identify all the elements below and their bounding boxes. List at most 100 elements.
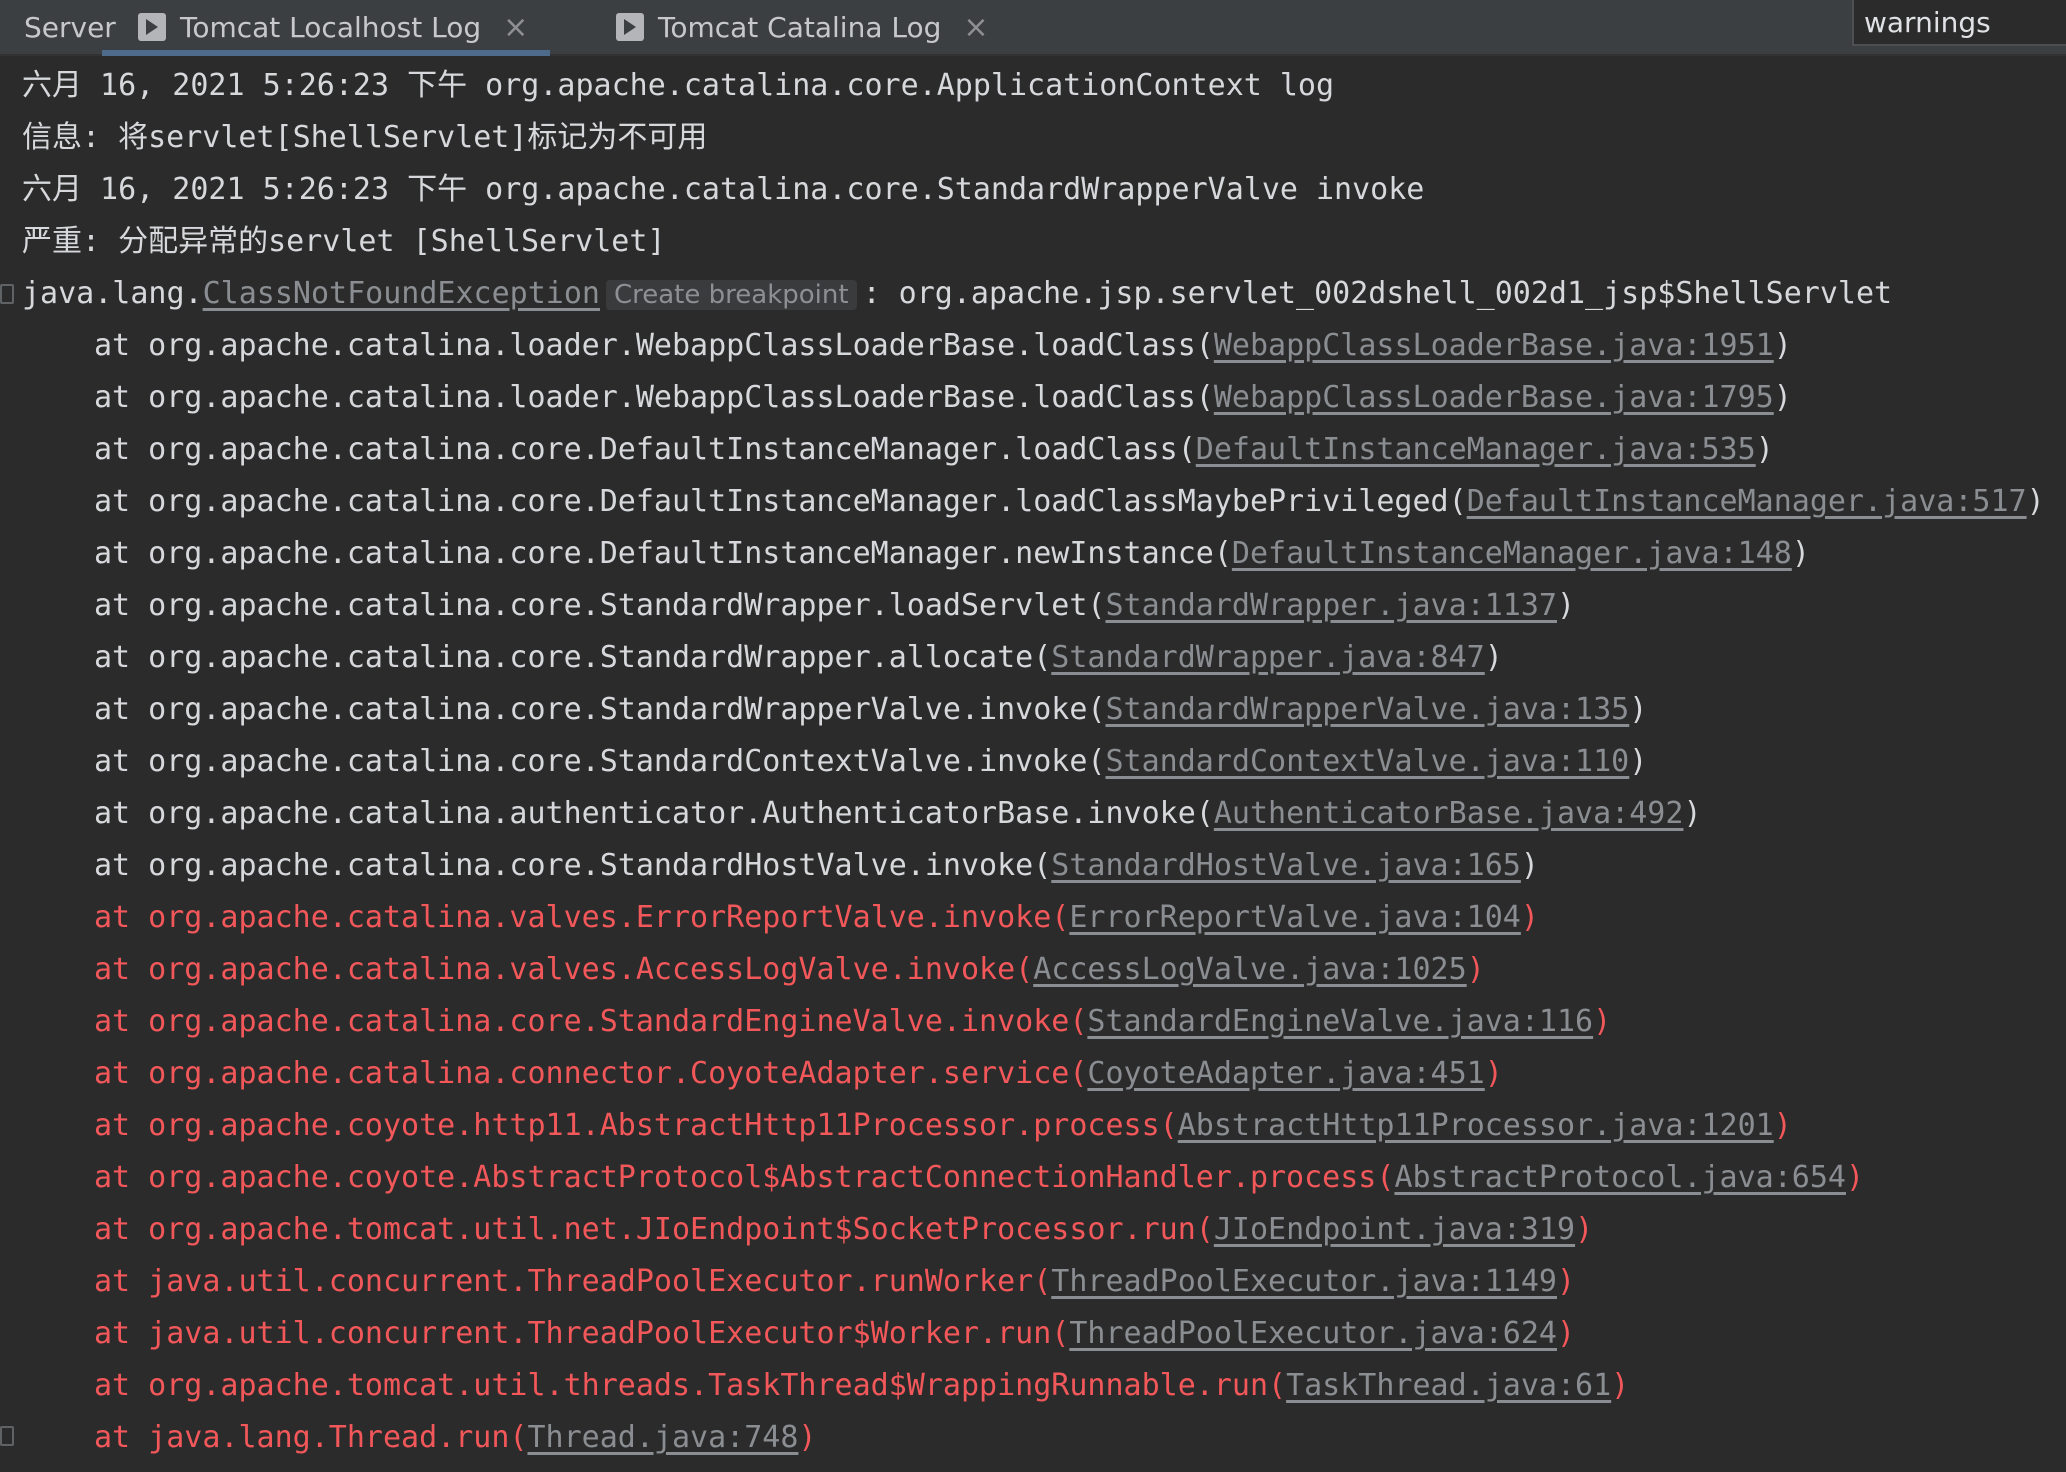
- close-icon[interactable]: ×: [503, 10, 528, 45]
- log-filter-value: warnings: [1864, 5, 1991, 39]
- source-link[interactable]: StandardEngineValve.java:116: [1087, 1004, 1593, 1039]
- source-link[interactable]: TaskThread.java:61: [1286, 1368, 1611, 1403]
- stack-frame-method: at org.apache.catalina.core.DefaultInsta…: [94, 484, 1467, 519]
- stack-frame-method: at org.apache.tomcat.util.threads.TaskTh…: [94, 1368, 1287, 1403]
- source-link[interactable]: ErrorReportValve.java:104: [1069, 900, 1521, 935]
- source-link[interactable]: StandardWrapper.java:847: [1051, 640, 1484, 675]
- stack-frame: at org.apache.tomcat.util.net.JIoEndpoin…: [94, 1204, 1593, 1256]
- stack-frame-method: at java.lang.Thread.run(: [94, 1420, 528, 1455]
- close-paren: ): [1611, 1368, 1630, 1403]
- source-link[interactable]: WebappClassLoaderBase.java:1795: [1214, 380, 1774, 415]
- stack-frame: at org.apache.catalina.core.DefaultInsta…: [94, 528, 1810, 580]
- stack-frame: at org.apache.catalina.core.StandardCont…: [94, 736, 1647, 788]
- stack-frame-method: at org.apache.catalina.core.StandardEngi…: [94, 1004, 1088, 1039]
- source-link[interactable]: AuthenticatorBase.java:492: [1214, 796, 1684, 831]
- stack-frame: at org.apache.catalina.connector.CoyoteA…: [94, 1048, 1503, 1100]
- stack-frame-method: at org.apache.coyote.AbstractProtocol$Ab…: [94, 1160, 1395, 1195]
- close-paren: ): [1466, 952, 1485, 987]
- stack-frame: at org.apache.catalina.valves.ErrorRepor…: [94, 892, 1539, 944]
- console-icon: [138, 13, 166, 41]
- close-paren: ): [1629, 744, 1648, 779]
- source-link[interactable]: ThreadPoolExecutor.java:1149: [1051, 1264, 1557, 1299]
- stack-frame-method: at org.apache.catalina.core.StandardCont…: [94, 744, 1106, 779]
- stack-frame: at org.apache.catalina.core.DefaultInsta…: [94, 424, 1774, 476]
- stack-frame-method: at org.apache.catalina.authenticator.Aut…: [94, 796, 1214, 831]
- stack-frame: at org.apache.coyote.http11.AbstractHttp…: [94, 1100, 1792, 1152]
- source-link[interactable]: StandardHostValve.java:165: [1051, 848, 1521, 883]
- close-paren: ): [1520, 848, 1539, 883]
- close-paren: ): [1755, 432, 1774, 467]
- close-icon[interactable]: ×: [963, 10, 988, 45]
- log-line: 六月 16, 2021 5:26:23 下午 org.apache.catali…: [22, 68, 1335, 103]
- stack-frame-method: at java.util.concurrent.ThreadPoolExecut…: [94, 1316, 1070, 1351]
- source-link[interactable]: AbstractProtocol.java:654: [1394, 1160, 1846, 1195]
- exception-line: java.lang.ClassNotFoundException Create b…: [22, 268, 1892, 320]
- tab-tomcat-localhost-log[interactable]: Tomcat Localhost Log ×: [102, 0, 551, 56]
- exception-class-link[interactable]: ClassNotFoundException: [203, 276, 600, 311]
- close-paren: ): [1557, 1316, 1576, 1351]
- stack-frame: at org.apache.catalina.core.StandardWrap…: [94, 684, 1647, 736]
- stack-frame: at org.apache.catalina.valves.AccessLogV…: [94, 944, 1485, 996]
- log-line: 六月 16, 2021 5:26:23 下午 org.apache.catali…: [22, 172, 1425, 207]
- log-line: 严重: 分配异常的servlet [ShellServlet]: [22, 224, 666, 259]
- source-link[interactable]: WebappClassLoaderBase.java:1951: [1214, 328, 1774, 363]
- source-link[interactable]: DefaultInstanceManager.java:517: [1467, 484, 2027, 519]
- source-link[interactable]: AccessLogValve.java:1025: [1033, 952, 1466, 987]
- close-paren: ): [1845, 1160, 1865, 1195]
- source-link[interactable]: AbstractHttp11Processor.java:1201: [1178, 1108, 1774, 1143]
- source-link[interactable]: DefaultInstanceManager.java:535: [1196, 432, 1756, 467]
- fold-icon[interactable]: [0, 284, 14, 304]
- tab-tomcat-catalina-log[interactable]: Tomcat Catalina Log ×: [616, 0, 989, 54]
- stack-frame: at org.apache.catalina.core.StandardWrap…: [94, 632, 1503, 684]
- tab-label: Tomcat Localhost Log: [180, 10, 482, 44]
- close-paren: ): [1773, 380, 1792, 415]
- close-paren: ): [1484, 1056, 1503, 1091]
- stack-frame-method: at org.apache.tomcat.util.net.JIoEndpoin…: [94, 1212, 1214, 1247]
- close-paren: ): [1484, 640, 1503, 675]
- source-link[interactable]: CoyoteAdapter.java:451: [1087, 1056, 1484, 1091]
- source-link[interactable]: StandardWrapper.java:1137: [1105, 588, 1557, 623]
- close-paren: ): [2026, 484, 2045, 519]
- fold-icon[interactable]: [0, 1426, 14, 1446]
- stack-frame-method: at org.apache.catalina.loader.WebappClas…: [94, 328, 1214, 363]
- stack-frame-method: at org.apache.catalina.core.StandardWrap…: [94, 640, 1052, 675]
- log-line: 信息: 将servlet[ShellServlet]标记为不可用: [22, 120, 708, 155]
- stack-frame-method: at org.apache.catalina.valves.ErrorRepor…: [94, 900, 1070, 935]
- stack-frame-method: at org.apache.catalina.connector.CoyoteA…: [94, 1056, 1088, 1091]
- tool-window-tab-bar: Server Tomcat Localhost Log × Tomcat Cat…: [0, 0, 2066, 56]
- stack-frame: at org.apache.catalina.core.DefaultInsta…: [94, 476, 2045, 528]
- stack-frame: at java.util.concurrent.ThreadPoolExecut…: [94, 1308, 1575, 1360]
- stack-frame-method: at java.util.concurrent.ThreadPoolExecut…: [94, 1264, 1052, 1299]
- source-link[interactable]: Thread.java:748: [527, 1420, 798, 1455]
- close-paren: ): [1557, 588, 1576, 623]
- close-paren: ): [1593, 1004, 1612, 1039]
- stack-frame-method: at org.apache.catalina.core.DefaultInsta…: [94, 432, 1196, 467]
- source-link[interactable]: StandardWrapperValve.java:135: [1105, 692, 1629, 727]
- close-paren: ): [1629, 692, 1648, 727]
- exception-prefix: java.lang.: [22, 276, 203, 311]
- source-link[interactable]: DefaultInstanceManager.java:148: [1232, 536, 1792, 571]
- stack-frame-method: at org.apache.catalina.core.DefaultInsta…: [94, 536, 1232, 571]
- source-link[interactable]: JIoEndpoint.java:319: [1214, 1212, 1575, 1247]
- close-paren: ): [1557, 1264, 1576, 1299]
- stack-frame: at org.apache.tomcat.util.threads.TaskTh…: [94, 1360, 1629, 1412]
- close-paren: ): [1575, 1212, 1594, 1247]
- source-link[interactable]: StandardContextValve.java:110: [1105, 744, 1629, 779]
- stack-frame: at org.apache.catalina.core.StandardHost…: [94, 840, 1539, 892]
- close-paren: ): [1773, 1108, 1792, 1143]
- close-paren: ): [1791, 536, 1810, 571]
- stack-frame: at org.apache.catalina.core.StandardWrap…: [94, 580, 1575, 632]
- stack-frame: at org.apache.catalina.loader.WebappClas…: [94, 372, 1792, 424]
- stack-frame-method: at org.apache.catalina.core.StandardWrap…: [94, 692, 1106, 727]
- stack-frame-method: at org.apache.catalina.valves.AccessLogV…: [94, 952, 1034, 987]
- close-paren: ): [1683, 796, 1702, 831]
- close-paren: ): [798, 1420, 817, 1455]
- source-link[interactable]: ThreadPoolExecutor.java:624: [1069, 1316, 1557, 1351]
- create-breakpoint-hint[interactable]: Create breakpoint: [605, 280, 857, 310]
- stack-frame: at org.apache.catalina.core.StandardEngi…: [94, 996, 1611, 1048]
- tab-label: Tomcat Catalina Log: [658, 10, 942, 44]
- close-paren: ): [1773, 328, 1792, 363]
- log-filter-input[interactable]: warnings: [1852, 0, 2066, 46]
- stack-frame-method: at org.apache.catalina.core.StandardHost…: [94, 848, 1052, 883]
- console-icon: [616, 13, 644, 41]
